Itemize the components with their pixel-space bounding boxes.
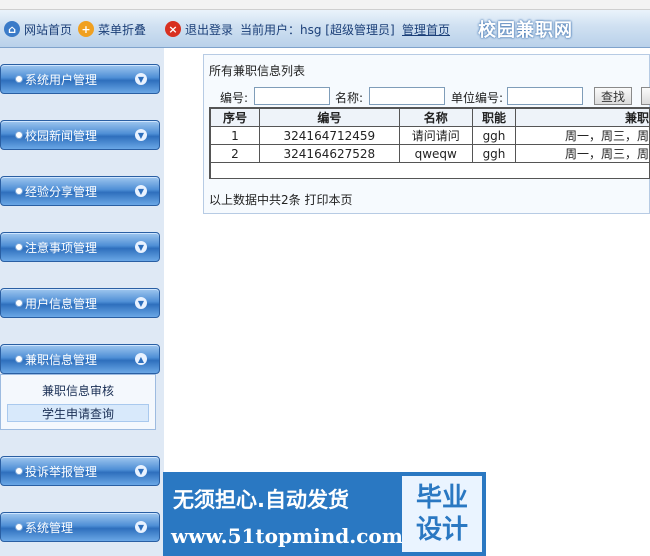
- sidebar-item-label: 经验分享管理: [25, 184, 98, 199]
- col-header-parttime: 兼职: [515, 108, 650, 127]
- chevron-down-icon: ▼: [135, 465, 147, 477]
- bullet-icon: [15, 299, 23, 307]
- cell-index: 1: [210, 126, 260, 145]
- bullet-icon: [15, 131, 23, 139]
- chevron-down-icon: ▼: [135, 297, 147, 309]
- sidebar-item-label: 系统管理: [25, 520, 74, 535]
- site-home-label: 网站首页: [24, 22, 73, 37]
- logout-label: 退出登录: [185, 22, 234, 37]
- chevron-down-icon: ▼: [135, 521, 147, 533]
- sidebar-item-label: 系统用户管理: [25, 72, 98, 87]
- sidebar-item-campus-news[interactable]: 校园新闻管理 ▼: [0, 120, 160, 150]
- current-user-text: 当前用户：hsg [超级管理员]: [240, 22, 395, 37]
- sidebar-item-label: 投诉举报管理: [25, 464, 98, 479]
- cell-parttime: 周一，周三，周: [515, 144, 650, 163]
- admin-home-link[interactable]: 管理首页: [402, 10, 450, 48]
- col-header-index: 序号: [210, 108, 260, 127]
- browser-bookmarks-strip: [0, 0, 650, 10]
- sidebar-item-system[interactable]: 系统管理 ▼: [0, 512, 160, 542]
- sidebar-item-experience[interactable]: 经验分享管理 ▼: [0, 176, 160, 206]
- sidebar-item-system-users[interactable]: 系统用户管理 ▼: [0, 64, 160, 94]
- sidebar-item-label: 用户信息管理: [25, 296, 98, 311]
- cell-function: ggh: [471, 126, 517, 145]
- sidebar-item-job-info[interactable]: 兼职信息管理 ▲: [0, 344, 160, 374]
- cell-parttime: 周一，周三，周: [515, 126, 650, 145]
- search-button[interactable]: 查找: [594, 87, 632, 105]
- site-home-link[interactable]: ⌂ 网站首页: [4, 10, 72, 48]
- search-form: 编号: 名称: 单位编号: 查找: [204, 87, 650, 107]
- home-icon: ⌂: [4, 21, 20, 37]
- job-list-panel: 所有兼职信息列表 编号: 名称: 单位编号: 查找 序号 编号 名称 职能 兼职…: [203, 54, 650, 214]
- chevron-down-icon: ▼: [135, 73, 147, 85]
- menu-fold-link[interactable]: + 菜单折叠: [78, 10, 146, 48]
- bullet-icon: [15, 75, 23, 83]
- watermark-box: 毕业 设计: [402, 476, 482, 552]
- bullet-icon: [15, 523, 23, 531]
- job-info-submenu: 兼职信息审核 学生申请查询: [0, 374, 156, 430]
- fold-icon: +: [78, 21, 94, 37]
- chevron-up-icon: ▲: [135, 353, 147, 365]
- name-label: 名称:: [335, 91, 364, 105]
- watermark-line2: www.51topmind.com: [171, 524, 403, 548]
- cell-code: 324164627528: [258, 144, 400, 163]
- unit-code-label: 单位编号:: [451, 91, 504, 105]
- current-user: 当前用户：hsg [超级管理员]: [240, 10, 395, 48]
- close-icon: ×: [165, 21, 181, 37]
- logout-link[interactable]: × 退出登录: [165, 10, 233, 48]
- col-header-code: 编号: [258, 108, 400, 127]
- sidebar-item-user-info[interactable]: 用户信息管理 ▼: [0, 288, 160, 318]
- col-header-function: 职能: [471, 108, 517, 127]
- admin-home-label: 管理首页: [402, 22, 451, 37]
- cell-function: ggh: [471, 144, 517, 163]
- chevron-down-icon: ▼: [135, 241, 147, 253]
- table-empty-row: [210, 162, 650, 178]
- table-header-row: 序号 编号 名称 职能 兼职: [210, 108, 650, 127]
- sidebar-item-complaints[interactable]: 投诉举报管理 ▼: [0, 456, 160, 486]
- watermark-line1: 无须担心.自动发货: [173, 488, 349, 512]
- job-table: 序号 编号 名称 职能 兼职 1 324164712459 请问请问 ggh 周…: [209, 107, 650, 179]
- code-input[interactable]: [254, 87, 330, 105]
- cell-code: 324164712459: [258, 126, 400, 145]
- unit-code-input[interactable]: [507, 87, 583, 105]
- extra-button[interactable]: [641, 87, 650, 105]
- cell-index: 2: [210, 144, 260, 163]
- cell-name: 请问请问: [398, 126, 473, 145]
- watermark-box-line2: 设计: [415, 515, 468, 545]
- name-input[interactable]: [369, 87, 445, 105]
- menu-fold-label: 菜单折叠: [98, 22, 147, 37]
- sidebar-item-label: 校园新闻管理: [25, 128, 98, 143]
- watermark-banner: 无须担心.自动发货 www.51topmind.com 毕业 设计: [163, 472, 486, 556]
- bullet-icon: [15, 243, 23, 251]
- cell-name: qweqw: [398, 144, 473, 163]
- table-row[interactable]: 2 324164627528 qweqw ggh 周一，周三，周: [210, 144, 650, 163]
- site-title: 校园兼职网: [478, 20, 573, 41]
- bullet-icon: [15, 355, 23, 363]
- top-header: ⌂ 网站首页 + 菜单折叠 × 退出登录 当前用户：hsg [超级管理员] 管理…: [0, 10, 650, 48]
- chevron-down-icon: ▼: [135, 185, 147, 197]
- bullet-icon: [15, 187, 23, 195]
- sidebar: 系统用户管理 ▼ 校园新闻管理 ▼ 经验分享管理 ▼ 注意事项管理 ▼ 用户信息…: [0, 48, 164, 556]
- col-header-name: 名称: [398, 108, 473, 127]
- submenu-item-student-apply[interactable]: 学生申请查询: [7, 404, 149, 422]
- watermark-box-line1: 毕业: [415, 483, 468, 513]
- record-count-footer: 以上数据中共2条 打印本页: [209, 193, 353, 207]
- table-row[interactable]: 1 324164712459 请问请问 ggh 周一，周三，周: [210, 126, 650, 145]
- sidebar-item-label: 注意事项管理: [25, 240, 98, 255]
- submenu-item-job-review[interactable]: 兼职信息审核: [7, 382, 149, 400]
- panel-title: 所有兼职信息列表: [209, 64, 306, 78]
- bullet-icon: [15, 467, 23, 475]
- sidebar-item-label: 兼职信息管理: [25, 352, 98, 367]
- chevron-down-icon: ▼: [135, 129, 147, 141]
- code-label: 编号:: [220, 91, 249, 105]
- sidebar-item-notices[interactable]: 注意事项管理 ▼: [0, 232, 160, 262]
